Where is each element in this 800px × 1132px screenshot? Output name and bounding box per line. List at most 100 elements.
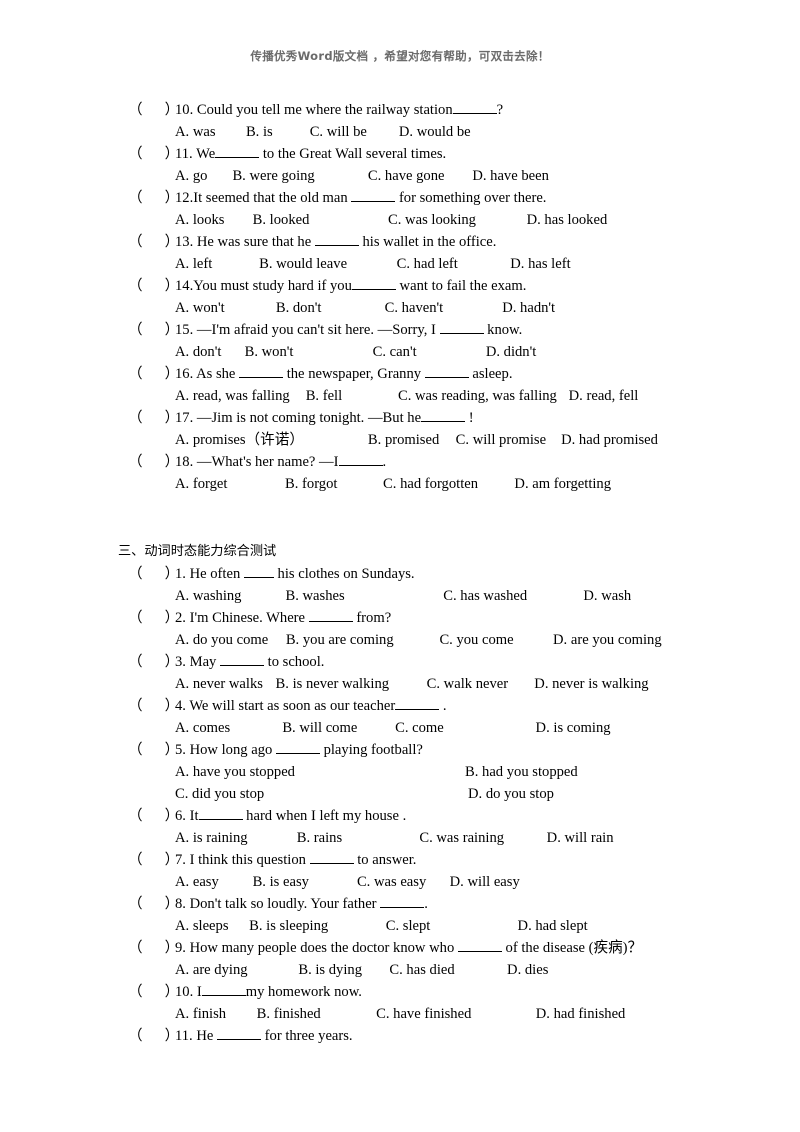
option-choice[interactable]: C. had forgotten [383,473,478,495]
option-choice[interactable]: C. have gone [368,165,445,187]
option-choice[interactable]: D. am forgetting [514,473,611,495]
option-choice[interactable]: C. was easy [357,871,426,893]
option-choice[interactable]: A. are dying [175,959,248,981]
option-choice[interactable]: D. dies [507,959,548,981]
answer-bracket[interactable]: （） [128,1025,179,1047]
answer-bracket[interactable]: （） [128,187,179,209]
option-choice[interactable]: B. forgot [285,473,337,495]
option-choice[interactable]: C. walk never [427,673,508,695]
option-choice[interactable]: C. slept [386,915,431,937]
option-choice[interactable]: D. will rain [547,827,614,849]
option-choice[interactable]: D. have been [472,165,549,187]
option-choice[interactable]: C. can't [373,341,417,363]
answer-bracket[interactable]: （） [128,363,179,385]
option-choice[interactable]: A. don't [175,341,221,363]
option-choice[interactable]: C. did you stop [175,783,465,805]
option-choice[interactable]: A. promises（许诺） [175,429,304,451]
option-choice[interactable]: B. were going [232,165,314,187]
answer-bracket[interactable]: （） [128,319,179,341]
option-choice[interactable]: C. you come [439,629,513,651]
option-choice[interactable]: A. easy [175,871,219,893]
option-choice[interactable]: C. has died [389,959,454,981]
option-choice[interactable]: B. would leave [259,253,347,275]
option-choice[interactable]: A. do you come [175,629,268,651]
option-choice[interactable]: D. hadn't [502,297,555,319]
option-choice[interactable]: B. won't [245,341,294,363]
answer-bracket[interactable]: （） [128,695,179,717]
option-choice[interactable]: C. have finished [376,1003,471,1025]
option-choice[interactable]: A. won't [175,297,225,319]
option-choice[interactable]: A. have you stopped [175,761,465,783]
option-choice[interactable]: D. is coming [536,717,611,739]
option-choice[interactable]: D. has looked [527,209,608,231]
option-choice[interactable]: D. wash [583,585,631,607]
answer-bracket[interactable]: （） [128,981,179,1003]
option-choice[interactable]: C. was looking [388,209,476,231]
option-choice[interactable]: B. fell [306,385,342,407]
option-choice[interactable]: C. come [395,717,444,739]
answer-bracket[interactable]: （） [128,893,179,915]
option-choice[interactable]: A. go [175,165,207,187]
option-choice[interactable]: B. is easy [253,871,309,893]
option-choice[interactable]: C. had left [397,253,458,275]
option-choice[interactable]: A. left [175,253,212,275]
option-choice[interactable]: C. was raining [419,827,504,849]
option-choice[interactable]: D. had slept [518,915,588,937]
option-choice[interactable]: D. had finished [536,1003,626,1025]
answer-bracket[interactable]: （） [128,407,179,429]
question-stem: （）18. —What's her name? —I. [0,451,800,473]
option-choice[interactable]: B. washes [285,585,344,607]
answer-blank [421,409,466,422]
option-choice[interactable]: B. promised [368,429,439,451]
answer-bracket[interactable]: （） [128,563,179,585]
answer-bracket[interactable]: （） [128,805,179,827]
option-choice[interactable]: B. is dying [298,959,362,981]
option-choice[interactable]: B. will come [282,717,357,739]
option-choice[interactable]: B. rains [297,827,342,849]
option-choice[interactable]: D. will easy [450,871,520,893]
answer-bracket[interactable]: （） [128,99,179,121]
option-choice[interactable]: B. is sleeping [249,915,328,937]
option-choice[interactable]: A. never walks [175,673,263,695]
option-choice[interactable]: C. was reading, was falling [398,385,557,407]
answer-bracket[interactable]: （） [128,739,179,761]
option-choice[interactable]: A. washing [175,585,241,607]
option-choice[interactable]: D. would be [399,121,471,143]
option-choice[interactable]: A. forget [175,473,227,495]
option-choice[interactable]: B. finished [257,1003,321,1025]
answer-bracket[interactable]: （） [128,275,179,297]
option-choice[interactable]: A. was [175,121,216,143]
option-choice[interactable]: D. has left [510,253,570,275]
option-choice[interactable]: B. looked [253,209,310,231]
answer-bracket[interactable]: （） [128,451,179,473]
option-choice[interactable]: B. you are coming [286,629,394,651]
answer-bracket[interactable]: （） [128,849,179,871]
option-choice[interactable]: B. had you stopped [465,761,578,783]
option-choice[interactable]: D. are you coming [553,629,662,651]
option-choice[interactable]: D. read, fell [569,385,639,407]
option-choice[interactable]: A. read, was falling [175,385,290,407]
option-choice[interactable]: D. do you stop [468,783,554,805]
option-choice[interactable]: D. never is walking [534,673,648,695]
answer-bracket[interactable]: （） [128,607,179,629]
option-choice[interactable]: B. is never walking [276,673,390,695]
answer-bracket[interactable]: （） [128,937,179,959]
answer-bracket[interactable]: （） [128,231,179,253]
option-choice[interactable]: A. comes [175,717,230,739]
option-choice[interactable]: A. is raining [175,827,248,849]
option-choice[interactable]: C. has washed [443,585,527,607]
option-choice[interactable]: A. finish [175,1003,226,1025]
answer-bracket[interactable]: （） [128,651,179,673]
option-choice[interactable]: D. didn't [486,341,536,363]
option-choice[interactable]: D. had promised [561,429,658,451]
option-choice[interactable]: B. don't [276,297,322,319]
answer-bracket[interactable]: （） [128,143,179,165]
stem-text: for something over there. [395,190,547,206]
option-choice[interactable]: C. will be [310,121,367,143]
option-choice[interactable]: A. sleeps [175,915,229,937]
answer-blank [275,741,320,754]
option-choice[interactable]: A. looks [175,209,224,231]
option-choice[interactable]: B. is [246,121,273,143]
option-choice[interactable]: C. haven't [385,297,444,319]
option-choice[interactable]: C. will promise [456,429,546,451]
